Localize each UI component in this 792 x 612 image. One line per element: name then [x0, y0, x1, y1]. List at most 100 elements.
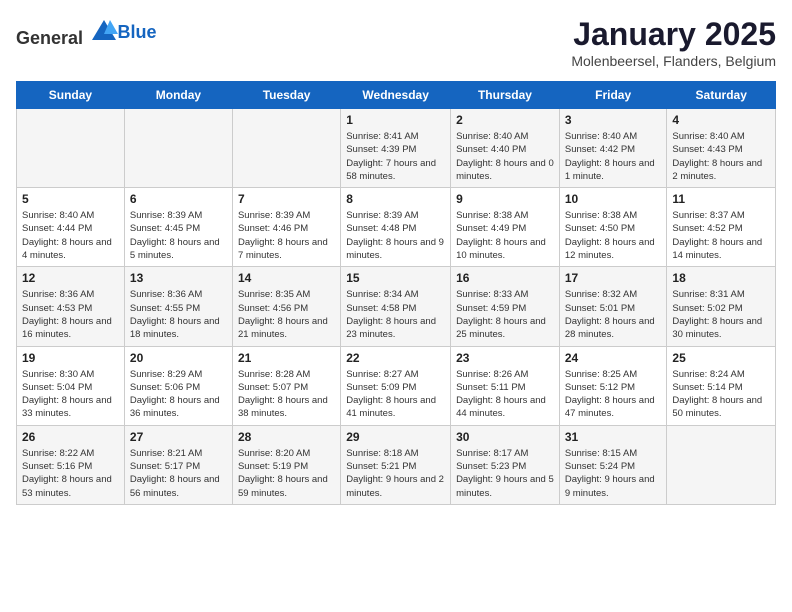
calendar-cell: 5 Sunrise: 8:40 AM Sunset: 4:44 PM Daylig…	[17, 188, 125, 267]
cell-text: Sunrise: 8:33 AM Sunset: 4:59 PM Dayligh…	[456, 288, 554, 341]
day-header-thursday: Thursday	[451, 82, 560, 109]
cell-text: Sunrise: 8:40 AM Sunset: 4:42 PM Dayligh…	[565, 130, 662, 183]
calendar-cell: 1 Sunrise: 8:41 AM Sunset: 4:39 PM Daylig…	[341, 109, 451, 188]
cell-text: Sunrise: 8:36 AM Sunset: 4:55 PM Dayligh…	[130, 288, 227, 341]
calendar-cell: 20Sunrise: 8:29 AM Sunset: 5:06 PM Dayli…	[124, 346, 232, 425]
cell-text: Sunrise: 8:27 AM Sunset: 5:09 PM Dayligh…	[346, 368, 445, 421]
cell-text: Sunrise: 8:22 AM Sunset: 5:16 PM Dayligh…	[22, 447, 119, 500]
day-number: 5	[22, 192, 119, 206]
calendar-cell: 15 Sunrise: 8:34 AM Sunset: 4:58 PM Dayli…	[341, 267, 451, 346]
cell-text: Sunrise: 8:20 AM Sunset: 5:19 PM Dayligh…	[238, 447, 335, 500]
calendar-cell: 8 Sunrise: 8:39 AM Sunset: 4:48 PM Daylig…	[341, 188, 451, 267]
day-number: 29	[346, 430, 445, 444]
calendar-cell: 27 Sunrise: 8:21 AM Sunset: 5:17 PM Dayli…	[124, 425, 232, 504]
calendar-cell	[667, 425, 776, 504]
day-number: 8	[346, 192, 445, 206]
day-number: 26	[22, 430, 119, 444]
cell-text: Sunrise: 8:26 AM Sunset: 5:11 PM Dayligh…	[456, 368, 554, 421]
cell-text: Sunrise: 8:18 AM Sunset: 5:21 PM Dayligh…	[346, 447, 445, 500]
calendar-cell: 25Sunrise: 8:24 AM Sunset: 5:14 PM Dayli…	[667, 346, 776, 425]
day-number: 14	[238, 271, 335, 285]
calendar-cell: 24 Sunrise: 8:25 AM Sunset: 5:12 PM Dayli…	[559, 346, 667, 425]
calendar-cell: 6 Sunrise: 8:39 AM Sunset: 4:45 PM Daylig…	[124, 188, 232, 267]
cell-text: Sunrise: 8:40 AM Sunset: 4:40 PM Dayligh…	[456, 130, 554, 183]
day-number: 10	[565, 192, 662, 206]
day-number: 30	[456, 430, 554, 444]
day-number: 21	[238, 351, 335, 365]
calendar-cell: 12Sunrise: 8:36 AM Sunset: 4:53 PM Dayli…	[17, 267, 125, 346]
day-number: 2	[456, 113, 554, 127]
day-number: 7	[238, 192, 335, 206]
cell-text: Sunrise: 8:34 AM Sunset: 4:58 PM Dayligh…	[346, 288, 445, 341]
calendar-cell: 31 Sunrise: 8:15 AM Sunset: 5:24 PM Dayli…	[559, 425, 667, 504]
day-number: 18	[672, 271, 770, 285]
day-number: 19	[22, 351, 119, 365]
calendar-cell: 21 Sunrise: 8:28 AM Sunset: 5:07 PM Dayli…	[232, 346, 340, 425]
day-header-wednesday: Wednesday	[341, 82, 451, 109]
day-number: 28	[238, 430, 335, 444]
logo-icon	[90, 16, 118, 44]
header: General Blue January 2025 Molenbeersel, …	[16, 16, 776, 69]
cell-text: Sunrise: 8:17 AM Sunset: 5:23 PM Dayligh…	[456, 447, 554, 500]
calendar-cell	[124, 109, 232, 188]
cell-text: Sunrise: 8:41 AM Sunset: 4:39 PM Dayligh…	[346, 130, 445, 183]
week-row-4: 19 Sunrise: 8:30 AM Sunset: 5:04 PM Dayli…	[17, 346, 776, 425]
cell-text: Sunrise: 8:30 AM Sunset: 5:04 PM Dayligh…	[22, 368, 119, 421]
day-number: 17	[565, 271, 662, 285]
week-row-3: 12Sunrise: 8:36 AM Sunset: 4:53 PM Dayli…	[17, 267, 776, 346]
day-header-monday: Monday	[124, 82, 232, 109]
day-number: 27	[130, 430, 227, 444]
calendar-cell: 17 Sunrise: 8:32 AM Sunset: 5:01 PM Dayli…	[559, 267, 667, 346]
cell-text: Sunrise: 8:21 AM Sunset: 5:17 PM Dayligh…	[130, 447, 227, 500]
cell-text: Sunrise: 8:40 AM Sunset: 4:44 PM Dayligh…	[22, 209, 119, 262]
calendar-cell: 10 Sunrise: 8:38 AM Sunset: 4:50 PM Dayli…	[559, 188, 667, 267]
day-number: 6	[130, 192, 227, 206]
calendar-cell: 7Sunrise: 8:39 AM Sunset: 4:46 PM Daylig…	[232, 188, 340, 267]
calendar-cell: 30 Sunrise: 8:17 AM Sunset: 5:23 PM Dayli…	[451, 425, 560, 504]
calendar-cell: 14 Sunrise: 8:35 AM Sunset: 4:56 PM Dayli…	[232, 267, 340, 346]
logo-general: General	[16, 28, 83, 48]
day-header-tuesday: Tuesday	[232, 82, 340, 109]
calendar-cell: 19 Sunrise: 8:30 AM Sunset: 5:04 PM Dayli…	[17, 346, 125, 425]
day-number: 13	[130, 271, 227, 285]
day-number: 25	[672, 351, 770, 365]
calendar-cell: 26 Sunrise: 8:22 AM Sunset: 5:16 PM Dayli…	[17, 425, 125, 504]
cell-text: Sunrise: 8:38 AM Sunset: 4:50 PM Dayligh…	[565, 209, 662, 262]
day-number: 1	[346, 113, 445, 127]
cell-text: Sunrise: 8:29 AM Sunset: 5:06 PM Dayligh…	[130, 368, 227, 421]
calendar-cell	[17, 109, 125, 188]
day-header-friday: Friday	[559, 82, 667, 109]
calendar-cell: 28 Sunrise: 8:20 AM Sunset: 5:19 PM Dayli…	[232, 425, 340, 504]
calendar-cell: 4Sunrise: 8:40 AM Sunset: 4:43 PM Daylig…	[667, 109, 776, 188]
calendar-cell: 11Sunrise: 8:37 AM Sunset: 4:52 PM Dayli…	[667, 188, 776, 267]
calendar-title: January 2025	[571, 16, 776, 53]
week-row-5: 26 Sunrise: 8:22 AM Sunset: 5:16 PM Dayli…	[17, 425, 776, 504]
day-number: 23	[456, 351, 554, 365]
cell-text: Sunrise: 8:28 AM Sunset: 5:07 PM Dayligh…	[238, 368, 335, 421]
calendar-cell	[232, 109, 340, 188]
week-row-1: 1 Sunrise: 8:41 AM Sunset: 4:39 PM Daylig…	[17, 109, 776, 188]
title-area: January 2025 Molenbeersel, Flanders, Bel…	[571, 16, 776, 69]
cell-text: Sunrise: 8:35 AM Sunset: 4:56 PM Dayligh…	[238, 288, 335, 341]
calendar-table: SundayMondayTuesdayWednesdayThursdayFrid…	[16, 81, 776, 505]
cell-text: Sunrise: 8:39 AM Sunset: 4:45 PM Dayligh…	[130, 209, 227, 262]
day-number: 12	[22, 271, 119, 285]
day-number: 24	[565, 351, 662, 365]
cell-text: Sunrise: 8:25 AM Sunset: 5:12 PM Dayligh…	[565, 368, 662, 421]
cell-text: Sunrise: 8:15 AM Sunset: 5:24 PM Dayligh…	[565, 447, 662, 500]
cell-text: Sunrise: 8:37 AM Sunset: 4:52 PM Dayligh…	[672, 209, 770, 262]
cell-text: Sunrise: 8:32 AM Sunset: 5:01 PM Dayligh…	[565, 288, 662, 341]
day-number: 15	[346, 271, 445, 285]
day-number: 4	[672, 113, 770, 127]
calendar-cell: 16Sunrise: 8:33 AM Sunset: 4:59 PM Dayli…	[451, 267, 560, 346]
cell-text: Sunrise: 8:39 AM Sunset: 4:48 PM Dayligh…	[346, 209, 445, 262]
calendar-subtitle: Molenbeersel, Flanders, Belgium	[571, 53, 776, 69]
day-number: 31	[565, 430, 662, 444]
calendar-cell: 29 Sunrise: 8:18 AM Sunset: 5:21 PM Dayli…	[341, 425, 451, 504]
logo: General Blue	[16, 16, 157, 49]
day-number: 9	[456, 192, 554, 206]
calendar-cell: 22Sunrise: 8:27 AM Sunset: 5:09 PM Dayli…	[341, 346, 451, 425]
calendar-cell: 23 Sunrise: 8:26 AM Sunset: 5:11 PM Dayli…	[451, 346, 560, 425]
days-header-row: SundayMondayTuesdayWednesdayThursdayFrid…	[17, 82, 776, 109]
day-number: 3	[565, 113, 662, 127]
